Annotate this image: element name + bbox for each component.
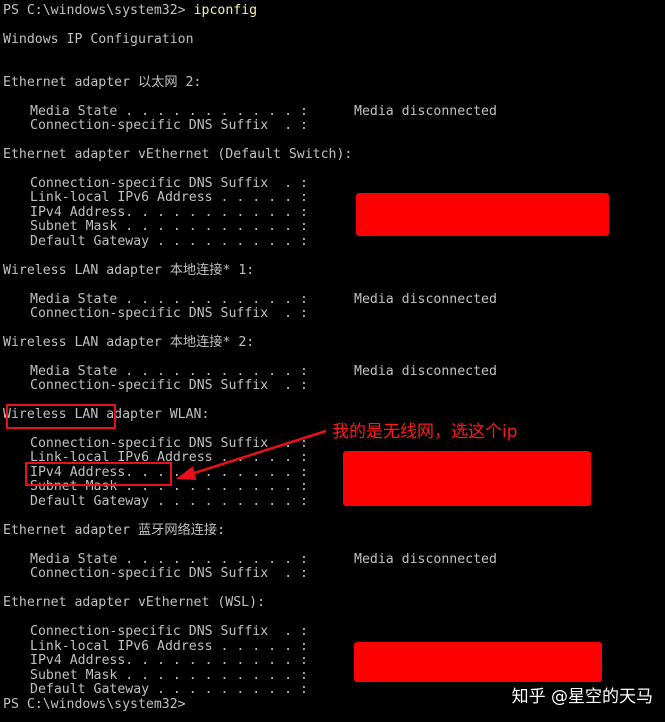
adapter-header: Ethernet adapter 以太网 2: <box>3 75 202 90</box>
row-value: Media disconnected <box>354 292 497 307</box>
row-label: Connection-specific DNS Suffix . : <box>30 306 308 321</box>
wireless-lan-highlight-box <box>6 404 116 429</box>
ipv4-highlight-box <box>25 462 172 486</box>
redaction-block <box>356 193 609 236</box>
row-value: Media disconnected <box>354 552 497 567</box>
adapter-header: Ethernet adapter vEthernet (WSL): <box>3 595 266 610</box>
prompt-line: PS C:\windows\system32> ipconfig <box>3 3 258 18</box>
adapter-header: Wireless LAN adapter 本地连接* 2: <box>3 335 255 350</box>
row-label: Link-local IPv6 Address . . . . . : <box>30 190 308 205</box>
row-label: Default Gateway . . . . . . . . . : <box>30 682 308 697</box>
annotation-text: 我的是无线网，选这个ip <box>332 422 518 442</box>
row-value: Media disconnected <box>354 364 497 379</box>
row-label: Default Gateway . . . . . . . . . : <box>30 494 308 509</box>
row-label: Connection-specific DNS Suffix . : <box>30 624 308 639</box>
adapter-header: Wireless LAN adapter 本地连接* 1: <box>3 263 255 278</box>
row-label: Subnet Mask . . . . . . . . . . . : <box>30 219 308 234</box>
row-label: Connection-specific DNS Suffix . : <box>30 566 308 581</box>
adapter-header: Ethernet adapter vEthernet (Default Swit… <box>3 147 353 162</box>
row-label: Connection-specific DNS Suffix . : <box>30 118 308 133</box>
watermark: 知乎 @星空的天马 <box>511 687 653 707</box>
row-label: Default Gateway . . . . . . . . . : <box>30 234 308 249</box>
row-label: Connection-specific DNS Suffix . : <box>30 378 308 393</box>
command-text: ipconfig <box>193 3 258 18</box>
prompt-prefix: PS C:\windows\system32> <box>3 3 194 18</box>
redaction-block <box>343 451 591 506</box>
final-prompt: PS C:\windows\system32> <box>3 697 186 712</box>
adapter-header: Ethernet adapter 蓝牙网络连接: <box>3 523 226 538</box>
config-title: Windows IP Configuration <box>3 32 194 47</box>
redaction-block <box>354 642 602 682</box>
row-value: Media disconnected <box>354 104 497 119</box>
row-label: IPv4 Address. . . . . . . . . . . : <box>30 653 308 668</box>
